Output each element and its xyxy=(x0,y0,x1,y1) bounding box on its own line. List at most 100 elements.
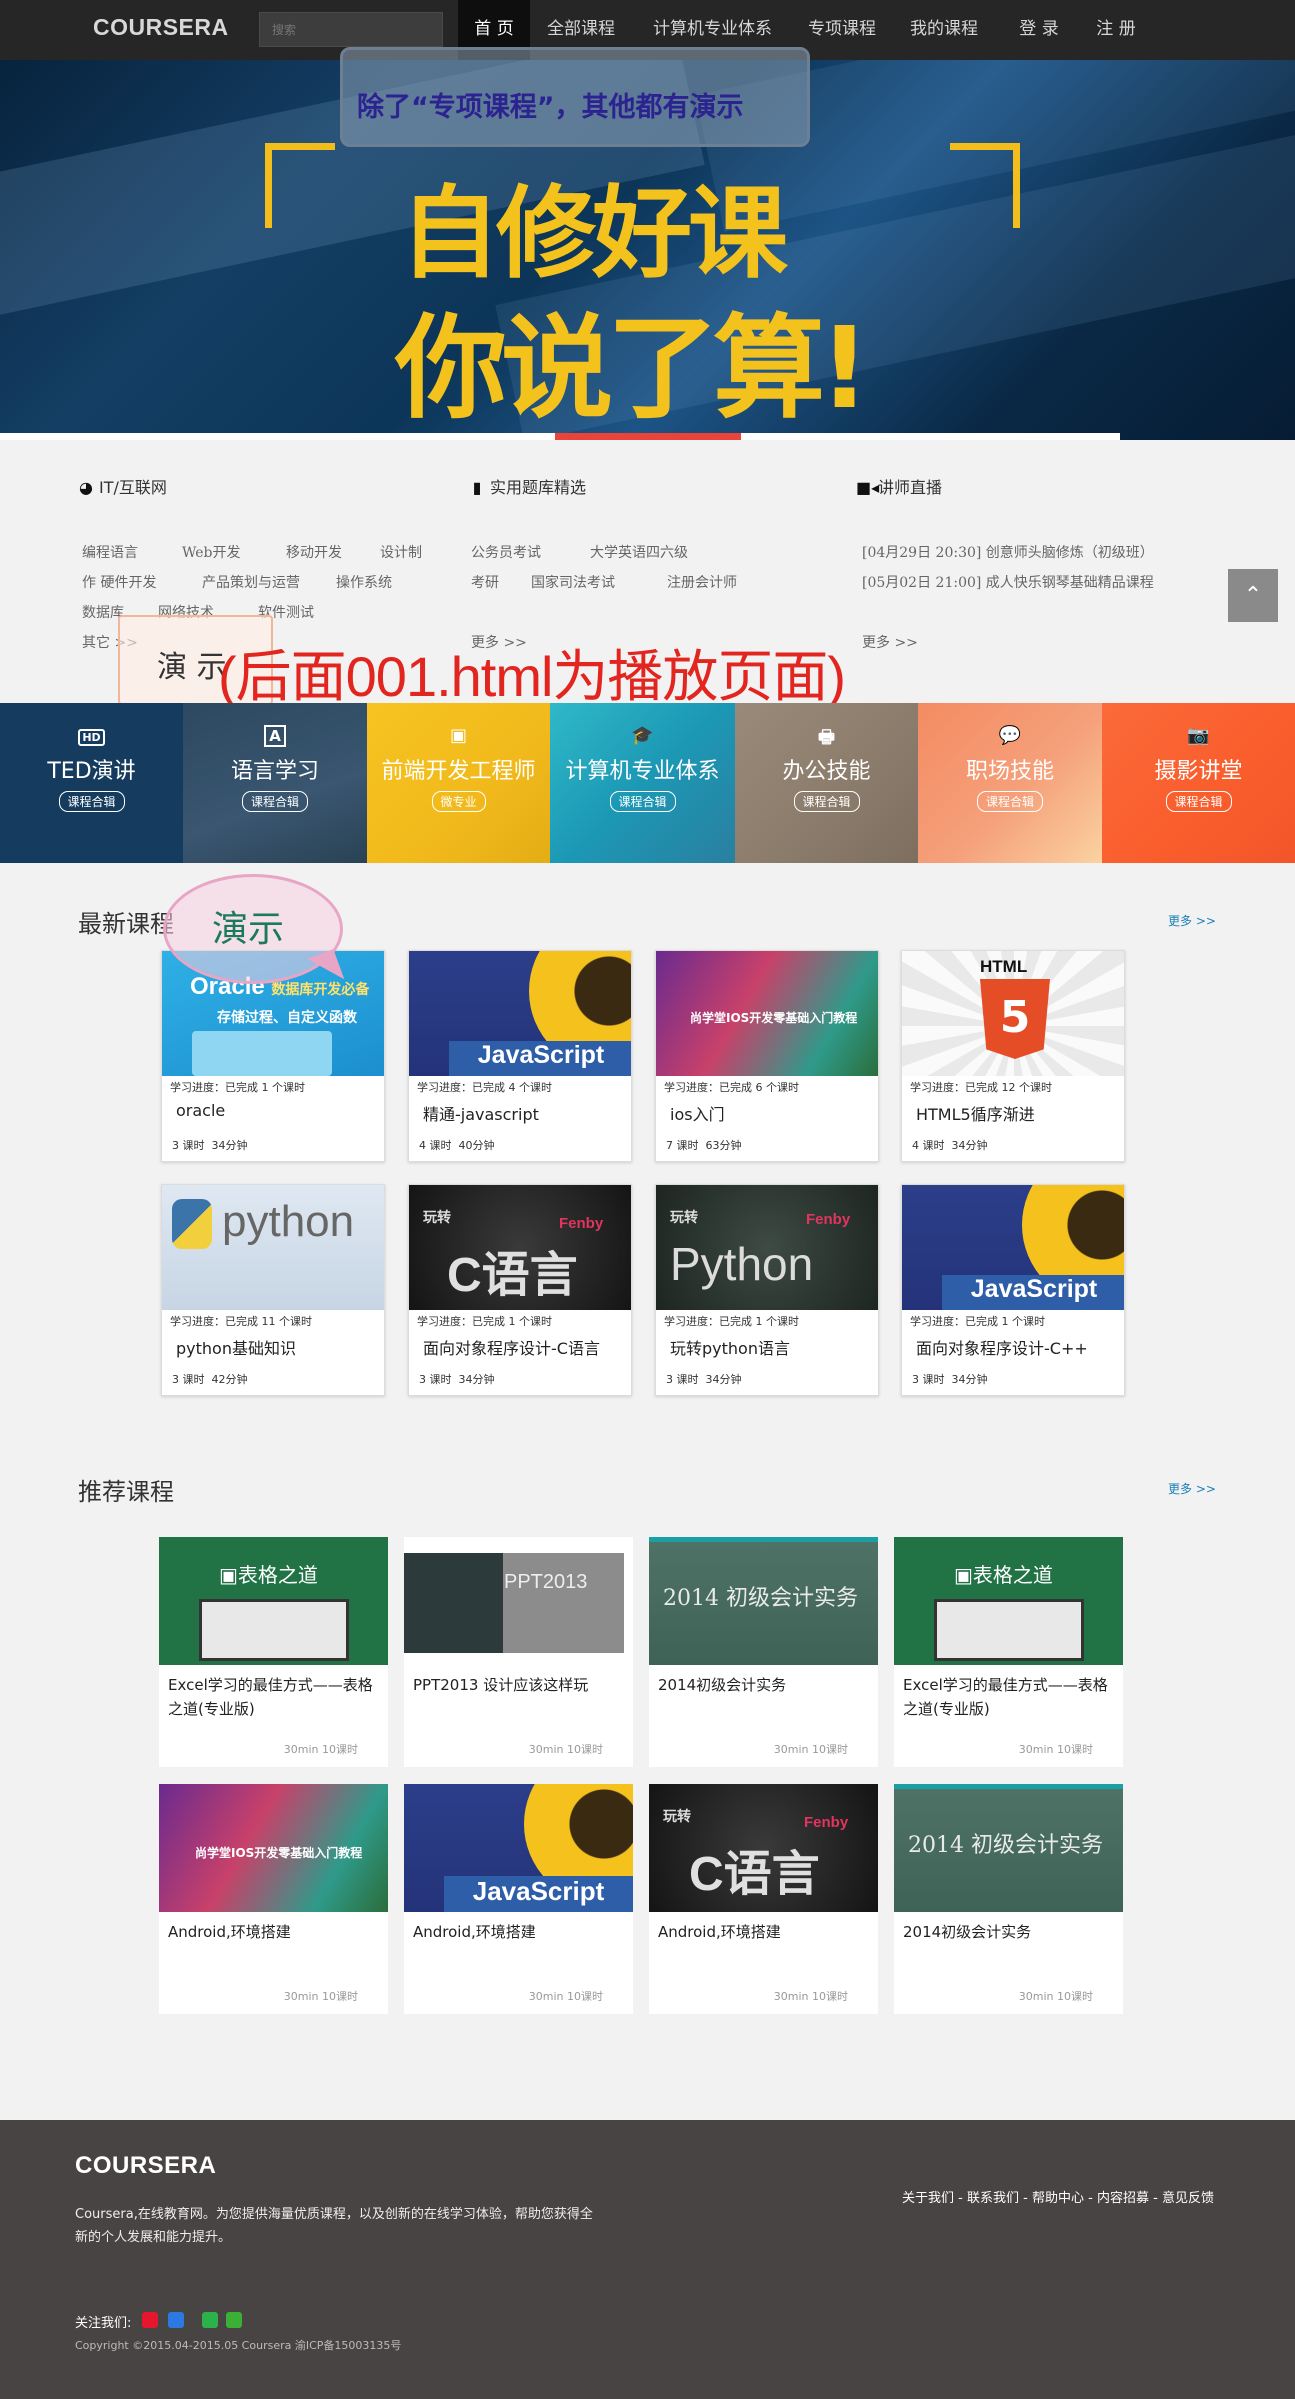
search-input[interactable] xyxy=(259,12,443,47)
footer-link-contact[interactable]: 联系我们 xyxy=(967,2191,1019,2206)
category-link[interactable]: 考研 xyxy=(471,572,499,592)
course-thumbnail: JavaScript xyxy=(404,1784,633,1912)
course-meta: 3 课时 34分钟 xyxy=(419,1373,495,1386)
course-thumbnail: 尚学堂IOS开发零基础入门教程 xyxy=(656,951,878,1076)
category-link[interactable]: 公务员考试 xyxy=(471,542,541,562)
course-card[interactable]: 玩转 Fenby C语言 学习进度：已完成 1 个课时 面向对象程序设计-C语言… xyxy=(408,1184,632,1396)
course-thumbnail: 玩转 Fenby Python xyxy=(656,1185,878,1310)
tile-title: 摄影讲堂 xyxy=(1154,759,1243,784)
recommended-card[interactable]: ▣表格之道 Excel学习的最佳方式——表格之道(专业版) 30min 10课时 xyxy=(159,1537,388,1767)
tile-office[interactable]: 🖶 办公技能 课程合辑 xyxy=(735,703,918,863)
footer-logo[interactable]: COURSERA xyxy=(75,2152,216,2180)
banner-headline-2: 你说了算! xyxy=(395,304,870,434)
category-questions-header[interactable]: ▮ 实用题库精选 xyxy=(468,474,586,498)
live-class-link[interactable]: [05月02日 21:00] 成人快乐钢琴基础精品课程 xyxy=(862,572,1154,592)
recommended-card[interactable]: 2014 初级会计实务 2014初级会计实务 30min 10课时 xyxy=(649,1537,878,1767)
course-meta: 30min 10课时 xyxy=(528,1743,603,1756)
tile-title: 办公技能 xyxy=(782,759,871,784)
course-card[interactable]: JavaScript 学习进度：已完成 1 个课时 面向对象程序设计-C++ 3… xyxy=(901,1184,1125,1396)
course-card[interactable]: 玩转 Fenby Python 学习进度：已完成 1 个课时 玩转python语… xyxy=(655,1184,879,1396)
tile-cs[interactable]: 🎓 计算机专业体系 课程合辑 xyxy=(550,703,735,863)
category-link[interactable]: 注册会计师 xyxy=(667,572,737,592)
nav-my-courses[interactable]: 我的课程 xyxy=(900,0,988,60)
category-link[interactable]: 操作系统 xyxy=(336,572,392,592)
course-title[interactable]: 2014初级会计实务 xyxy=(903,1920,1113,1944)
recommended-card[interactable]: 玩转 Fenby C语言 Android,环境搭建 30min 10课时 xyxy=(649,1784,878,2014)
course-title[interactable]: Android,环境搭建 xyxy=(658,1920,868,1944)
recommended-card[interactable]: 尚学堂IOS开发零基础入门教程 Android,环境搭建 30min 10课时 xyxy=(159,1784,388,2014)
footer-link-recruit[interactable]: 内容招募 xyxy=(1097,2191,1149,2206)
nav-specializations[interactable]: 专项课程 xyxy=(798,0,886,60)
course-title[interactable]: 玩转python语言 xyxy=(670,1335,790,1359)
category-link[interactable]: 作 硬件开发 xyxy=(82,572,156,592)
category-live-header[interactable]: ■◂讲师直播 xyxy=(856,474,942,498)
demo-callout-text: 演示 xyxy=(212,909,285,950)
nav-login[interactable]: 登 录 xyxy=(1006,0,1072,60)
course-card[interactable]: python 学习进度：已完成 11 个课时 python基础知识 3 课时 4… xyxy=(161,1184,385,1396)
course-progress: 学习进度：已完成 1 个课时 xyxy=(664,1315,799,1328)
recommended-card[interactable]: JavaScript Android,环境搭建 30min 10课时 xyxy=(404,1784,633,2014)
category-link[interactable]: 编程语言 xyxy=(82,542,138,562)
course-title[interactable]: 2014初级会计实务 xyxy=(658,1673,868,1697)
course-title[interactable]: python基础知识 xyxy=(176,1335,296,1359)
footer-link-about[interactable]: 关于我们 xyxy=(902,2191,954,2206)
chat-bubble-icon: 💬 xyxy=(998,725,1022,746)
demo-callout-text: 演 示 xyxy=(157,650,227,685)
course-meta: 30min 10课时 xyxy=(283,1990,358,2003)
course-title[interactable]: 面向对象程序设计-C语言 xyxy=(423,1335,600,1359)
back-to-top-button[interactable]: ⌃ xyxy=(1228,569,1278,622)
course-meta: 3 课时 42分钟 xyxy=(172,1373,248,1386)
banner-indicator-active[interactable] xyxy=(555,433,741,440)
course-title[interactable]: Excel学习的最佳方式——表格之道(专业版) xyxy=(903,1673,1113,1721)
course-card[interactable]: HTML 5 学习进度：已完成 12 个课时 HTML5循序渐进 4 课时 34… xyxy=(901,950,1125,1162)
course-thumbnail: 尚学堂IOS开发零基础入门教程 xyxy=(159,1784,388,1912)
course-card[interactable]: JavaScript 学习进度：已完成 4 个课时 精通-javascript … xyxy=(408,950,632,1162)
recommended-card[interactable]: ▣表格之道 Excel学习的最佳方式——表格之道(专业版) 30min 10课时 xyxy=(894,1537,1123,1767)
course-progress: 学习进度：已完成 1 个课时 xyxy=(170,1081,305,1094)
recommended-card[interactable]: 2014 初级会计实务 2014初级会计实务 30min 10课时 xyxy=(894,1784,1123,2014)
course-meta: 30min 10课时 xyxy=(1018,1743,1093,1756)
tile-badge: 课程合辑 xyxy=(58,791,125,812)
wechat-icon[interactable] xyxy=(226,2312,242,2328)
category-more-link[interactable]: 更多 >> xyxy=(862,632,918,652)
course-title[interactable]: HTML5循序渐进 xyxy=(916,1101,1035,1125)
course-title[interactable]: Android,环境搭建 xyxy=(168,1920,378,1944)
douban-icon[interactable] xyxy=(202,2312,218,2328)
category-link[interactable]: 设计制 xyxy=(380,542,422,562)
tile-badge: 课程合辑 xyxy=(609,791,676,812)
recommended-section-title: 推荐课程 xyxy=(78,1478,174,1506)
tile-photography[interactable]: 📷 摄影讲堂 课程合辑 xyxy=(1102,703,1295,863)
live-class-link[interactable]: [04月29日 20:30] 创意师头脑修炼（初级班） xyxy=(862,542,1154,562)
recommended-more-link[interactable]: 更多 >> xyxy=(1168,1480,1216,1497)
category-link[interactable]: 国家司法考试 xyxy=(531,572,615,592)
site-logo[interactable]: COURSERA xyxy=(93,14,229,41)
renren-icon[interactable] xyxy=(168,2312,184,2328)
recommended-card[interactable]: PPT2013 PPT2013 设计应该这样玩 30min 10课时 xyxy=(404,1537,633,1767)
course-title[interactable]: Android,环境搭建 xyxy=(413,1920,623,1944)
course-title[interactable]: Excel学习的最佳方式——表格之道(专业版) xyxy=(168,1673,378,1721)
course-title[interactable]: oracle xyxy=(176,1101,225,1120)
category-link[interactable]: 大学英语四六级 xyxy=(590,542,688,562)
category-link[interactable]: 移动开发 xyxy=(286,542,342,562)
nav-register[interactable]: 注 册 xyxy=(1083,0,1149,60)
course-title[interactable]: 精通-javascript xyxy=(423,1101,539,1125)
course-title[interactable]: PPT2013 设计应该这样玩 xyxy=(413,1673,623,1697)
course-title[interactable]: ios入门 xyxy=(670,1101,725,1125)
course-meta: 30min 10课时 xyxy=(773,1743,848,1756)
category-link[interactable]: Web开发 xyxy=(182,542,241,562)
footer-link-help[interactable]: 帮助中心 xyxy=(1032,2191,1084,2206)
tile-frontend[interactable]: ▣ 前端开发工程师 微专业 xyxy=(367,703,550,863)
category-link[interactable]: 产品策划与运营 xyxy=(202,572,300,592)
category-it-header[interactable]: ◕ IT/互联网 xyxy=(77,474,167,498)
course-thumbnail: ▣表格之道 xyxy=(159,1537,388,1665)
tile-language[interactable]: A 语言学习 课程合辑 xyxy=(183,703,367,863)
course-card[interactable]: 尚学堂IOS开发零基础入门教程 学习进度：已完成 6 个课时 ios入门 7 课… xyxy=(655,950,879,1162)
course-title[interactable]: 面向对象程序设计-C++ xyxy=(916,1335,1088,1359)
tile-ted[interactable]: HD TED演讲 课程合辑 xyxy=(0,703,183,863)
footer-link-feedback[interactable]: 意见反馈 xyxy=(1162,2191,1214,2206)
tile-title: TED演讲 xyxy=(47,759,136,784)
tile-career[interactable]: 💬 职场技能 课程合辑 xyxy=(918,703,1102,863)
course-meta: 30min 10课时 xyxy=(528,1990,603,2003)
weibo-icon[interactable] xyxy=(142,2312,158,2328)
latest-more-link[interactable]: 更多 >> xyxy=(1168,912,1216,929)
